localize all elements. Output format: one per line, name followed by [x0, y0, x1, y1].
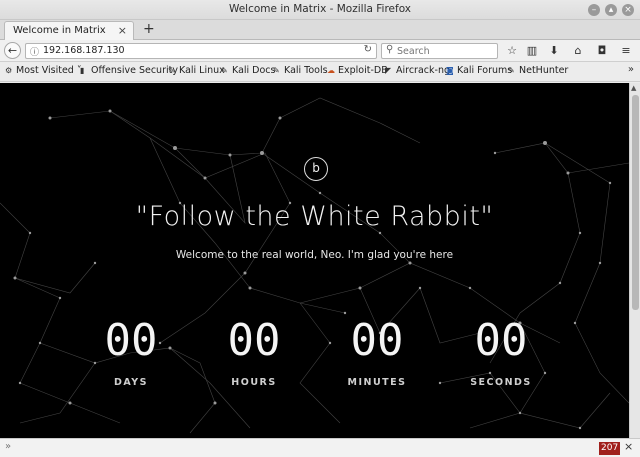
url-text[interactable]: 192.168.187.130 [43, 45, 125, 56]
bookmark-kali-tools[interactable]: ✎ Kali Tools [273, 65, 328, 76]
download-icon[interactable]: ⬇ [547, 43, 561, 58]
bookmark-aircrack-ng[interactable]: ◤ Aircrack-ng [385, 65, 450, 76]
bottom-bar: » 207 × [0, 438, 640, 457]
kali-forums-icon: ◙ [446, 66, 454, 75]
minimize-icon[interactable]: – [588, 4, 600, 16]
chevron-right-icon[interactable]: » [5, 441, 11, 452]
page-content: b "Follow the White Rabbit" Welcome to t… [0, 83, 629, 438]
bookmark-offensive-security[interactable]: ▮ Offensive Security [80, 65, 178, 76]
countdown-value: 00 [350, 315, 404, 366]
bookmark-kali-docs[interactable]: ✎ Kali Docs [221, 65, 275, 76]
countdown-hours: 00 HOURS [199, 315, 309, 388]
vertical-scrollbar[interactable]: ▲ [629, 83, 640, 438]
counter-badge: 207 [599, 442, 621, 455]
tab-welcome-in-matrix[interactable]: Welcome in Matrix × [4, 21, 134, 40]
search-bar[interactable]: ⚲ [381, 43, 498, 59]
tab-label: Welcome in Matrix [13, 25, 106, 36]
bookmark-kali-linux[interactable]: ✎ Kali Linux [168, 65, 225, 76]
library-icon[interactable]: ▥ [525, 43, 539, 58]
search-input[interactable] [397, 45, 493, 58]
close-icon[interactable]: × [622, 4, 634, 16]
tab-close-icon[interactable]: × [118, 24, 127, 37]
countdown-days: 00 DAYS [76, 315, 186, 388]
title-bar: Welcome in Matrix - Mozilla Firefox – ▴ … [0, 0, 640, 20]
countdown-value: 00 [474, 315, 528, 366]
bookmarks-toolbar: ⚙ Most Visited ˅ ▮ Offensive Security ✎ Kal… [0, 62, 640, 82]
bookmark-star-icon[interactable]: ☆ [505, 43, 519, 58]
countdown-value: 00 [104, 315, 158, 366]
info-icon[interactable]: ⓘ [30, 45, 39, 58]
kali-icon: ✎ [508, 66, 515, 75]
bookmark-nethunter[interactable]: ✎ NetHunter [508, 65, 568, 76]
kali-icon: ✎ [168, 66, 175, 75]
page-heading: "Follow the White Rabbit" [135, 201, 494, 232]
bookmark-exploit-db[interactable]: ☁ Exploit-DB [327, 65, 388, 76]
new-tab-button[interactable]: + [143, 21, 155, 37]
bookmark-kali-forums[interactable]: ◙ Kali Forums [446, 65, 512, 76]
countdown-minutes: 00 MINUTES [322, 315, 432, 388]
pocket-icon[interactable]: ◘ [595, 43, 609, 58]
home-icon[interactable]: ⌂ [571, 43, 585, 58]
gear-icon: ⚙ [5, 66, 13, 75]
url-bar[interactable]: ⓘ 192.168.187.130 ↻ [25, 43, 377, 59]
countdown-label: SECONDS [470, 377, 532, 388]
kali-icon: ✎ [221, 66, 228, 75]
rabbit-logo: b [304, 157, 328, 181]
aircrack-icon: ◤ [385, 66, 392, 75]
reload-icon[interactable]: ↻ [364, 44, 372, 55]
page-subheading: Welcome to the real world, Neo. I'm glad… [175, 249, 454, 261]
menu-icon[interactable]: ≡ [619, 43, 633, 58]
countdown-label: MINUTES [347, 377, 407, 388]
exploitdb-icon: ☁ [327, 66, 335, 75]
window-title: Welcome in Matrix - Mozilla Firefox [228, 3, 412, 15]
navigation-bar: ← ⓘ 192.168.187.130 ↻ ⚲ ☆ ▥ ⬇ ⌂ ◘ ≡ [0, 40, 640, 62]
offsec-icon: ▮ [80, 66, 85, 75]
maximize-icon[interactable]: ▴ [605, 4, 617, 16]
search-icon: ⚲ [386, 44, 394, 55]
countdown-value: 00 [227, 315, 281, 366]
countdown-label: DAYS [113, 377, 149, 388]
back-arrow-icon[interactable]: ← [4, 42, 21, 59]
close-icon[interactable]: × [624, 440, 633, 453]
tab-bar: Welcome in Matrix × + [0, 20, 640, 40]
firefox-window: Welcome in Matrix - Mozilla Firefox – ▴ … [0, 0, 640, 457]
bookmarks-overflow-button[interactable]: » [628, 64, 634, 75]
bookmark-most-visited[interactable]: ⚙ Most Visited ˅ [5, 65, 82, 76]
countdown-label: HOURS [231, 377, 277, 388]
scroll-up-icon[interactable]: ▲ [631, 84, 636, 92]
scrollbar-thumb[interactable] [632, 95, 639, 310]
countdown-seconds: 00 SECONDS [446, 315, 556, 388]
kali-icon: ✎ [273, 66, 280, 75]
